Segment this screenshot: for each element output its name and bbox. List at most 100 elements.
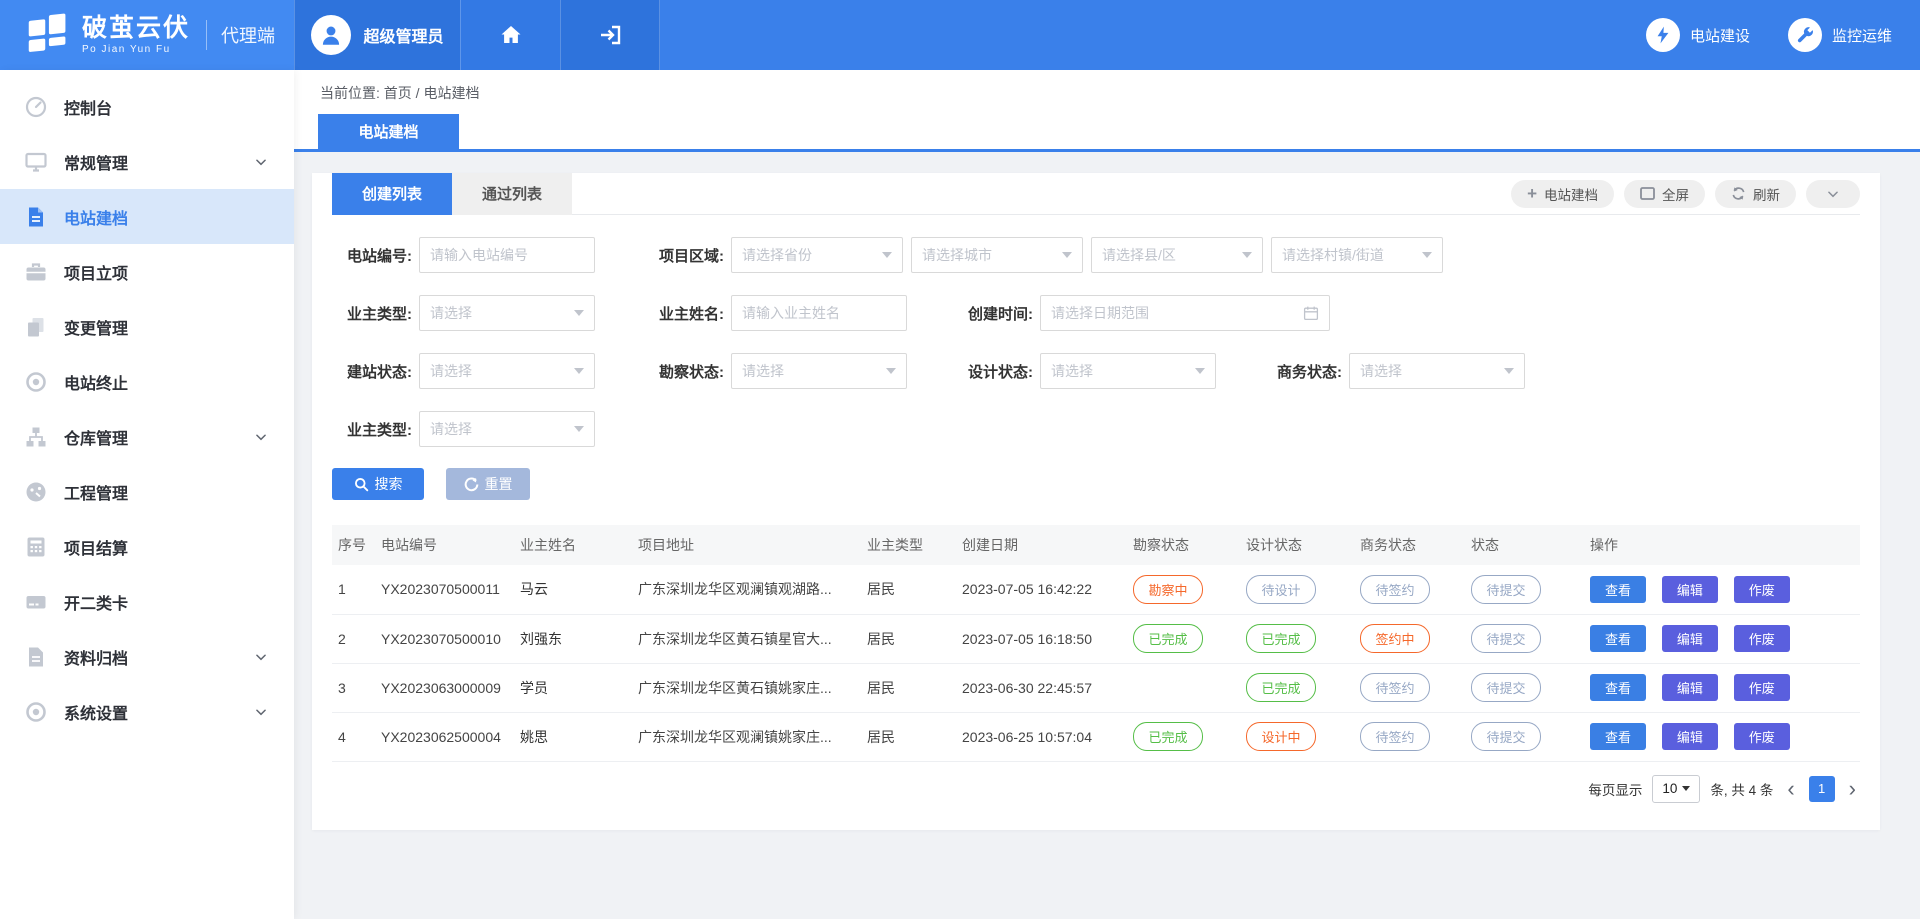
province-select[interactable]: 请选择省份 (731, 237, 903, 273)
sidebar: 控制台 常规管理 电站建档 (0, 70, 294, 919)
void-button[interactable]: 作废 (1734, 723, 1790, 750)
table-row: 2 YX2023070500010 刘强东 广东深圳龙华区黄石镇星官大... 居… (332, 614, 1860, 663)
owner-type-select[interactable]: 请选择 (419, 295, 595, 331)
sidebar-item-data-archive[interactable]: 资料归档 (0, 629, 294, 684)
page-number-button[interactable]: 1 (1809, 776, 1835, 802)
survey-status-select[interactable]: 请选择 (731, 353, 907, 389)
county-placeholder: 请选择县/区 (1102, 245, 1236, 265)
void-button[interactable]: 作废 (1734, 625, 1790, 652)
sidebar-item-console[interactable]: 控制台 (0, 79, 294, 134)
county-select[interactable]: 请选择县/区 (1091, 237, 1263, 273)
sidebar-item-label: 项目结算 (64, 535, 128, 559)
station-table: 序号 电站编号 业主姓名 项目地址 业主类型 创建日期 勘察状态 设计状态 商务… (332, 525, 1860, 762)
design-status-select[interactable]: 请选择 (1040, 353, 1216, 389)
void-button[interactable]: 作废 (1734, 576, 1790, 603)
edit-button[interactable]: 编辑 (1662, 576, 1718, 603)
search-button[interactable]: 搜索 (332, 468, 424, 500)
sidebar-item-project-initiation[interactable]: 项目立项 (0, 244, 294, 299)
cell-owner-name: 马云 (514, 565, 632, 614)
city-placeholder: 请选择城市 (922, 245, 1056, 265)
next-page-button[interactable]: › (1845, 778, 1860, 800)
logout-icon (598, 23, 622, 47)
sidebar-item-label: 电站终止 (64, 370, 128, 394)
fullscreen-icon (1640, 187, 1655, 200)
owner-type2-select[interactable]: 请选择 (419, 411, 595, 447)
sidebar-item-station-terminate[interactable]: 电站终止 (0, 354, 294, 409)
status-badge: 待提交 (1471, 673, 1541, 702)
owner-type-label: 业主类型: (332, 303, 412, 324)
page-tab-station-archive[interactable]: 电站建档 (318, 114, 459, 149)
breadcrumb-prefix: 当前位置: (320, 85, 380, 101)
collapse-toolbar-button[interactable] (1806, 180, 1860, 208)
view-button[interactable]: 查看 (1590, 625, 1646, 652)
sidebar-item-system-settings[interactable]: 系统设置 (0, 684, 294, 739)
chevron-down-icon (1826, 187, 1840, 201)
filter-row-4: 业主类型: 请选择 (332, 411, 1860, 447)
reset-button[interactable]: 重置 (446, 468, 530, 500)
sidebar-item-card-type2[interactable]: 开二类卡 (0, 574, 294, 629)
design-status-badge: 设计中 (1246, 722, 1316, 751)
sidebar-item-engineering-mgmt[interactable]: 工程管理 (0, 464, 294, 519)
quick-link-station-build[interactable]: 电站建设 (1646, 18, 1750, 52)
col-design-status: 设计状态 (1240, 525, 1354, 565)
city-select[interactable]: 请选择城市 (911, 237, 1083, 273)
sidebar-item-warehouse-mgmt[interactable]: 仓库管理 (0, 409, 294, 464)
cell-index: 4 (332, 712, 375, 761)
lightning-icon (1646, 18, 1680, 52)
brand-text: 破茧云伏 Po Jian Yun Fu (82, 15, 190, 56)
home-button[interactable] (460, 0, 560, 70)
date-range-picker[interactable]: 请选择日期范围 (1040, 295, 1330, 331)
breadcrumb: 当前位置: 首页 / 电站建档 (294, 70, 1920, 103)
create-station-button[interactable]: + 电站建档 (1511, 180, 1614, 208)
cell-index: 3 (332, 663, 375, 712)
cell-owner-type: 居民 (861, 663, 956, 712)
design-status-label: 设计状态: (953, 361, 1033, 382)
build-status-select[interactable]: 请选择 (419, 353, 595, 389)
sidebar-item-label: 变更管理 (64, 315, 128, 339)
owner-type2-label: 业主类型: (332, 419, 412, 440)
cell-created: 2023-07-05 16:18:50 (956, 614, 1127, 663)
quick-links: 电站建设 监控运维 (1646, 0, 1920, 70)
refresh-button[interactable]: 刷新 (1715, 180, 1796, 208)
fullscreen-button[interactable]: 全屏 (1624, 180, 1705, 208)
view-button[interactable]: 查看 (1590, 723, 1646, 750)
view-button[interactable]: 查看 (1590, 674, 1646, 701)
sidebar-item-change-mgmt[interactable]: 变更管理 (0, 299, 294, 354)
chevron-down-icon (254, 705, 268, 719)
owner-type2-placeholder: 请选择 (430, 419, 568, 439)
cell-project-address: 广东深圳龙华区观澜镇观湖路... (632, 565, 861, 614)
town-select[interactable]: 请选择村镇/街道 (1271, 237, 1443, 273)
user-menu[interactable]: 超级管理员 (294, 0, 460, 70)
logout-button[interactable] (560, 0, 660, 70)
panel-toolbar: + 电站建档 全屏 (1511, 180, 1860, 208)
sidebar-item-station-archive[interactable]: 电站建档 (0, 189, 294, 244)
settings-icon (24, 700, 48, 724)
caret-down-icon (1242, 252, 1252, 258)
business-status-badge: 待签约 (1360, 673, 1430, 702)
tab-create-list[interactable]: 创建列表 (332, 173, 452, 215)
edit-button[interactable]: 编辑 (1662, 625, 1718, 652)
province-placeholder: 请选择省份 (742, 245, 876, 265)
home-icon (499, 23, 523, 47)
sidebar-item-label: 常规管理 (64, 150, 128, 174)
cell-created: 2023-06-25 10:57:04 (956, 712, 1127, 761)
breadcrumb-home-link[interactable]: 首页 (384, 85, 412, 101)
sidebar-item-general-mgmt[interactable]: 常规管理 (0, 134, 294, 189)
prev-page-button[interactable]: ‹ (1783, 778, 1798, 800)
edit-button[interactable]: 编辑 (1662, 674, 1718, 701)
void-button[interactable]: 作废 (1734, 674, 1790, 701)
per-page-select[interactable]: 10 (1652, 775, 1700, 803)
survey-status-badge: 已完成 (1133, 722, 1203, 751)
business-status-badge: 签约中 (1360, 624, 1430, 653)
tab-passed-list[interactable]: 通过列表 (452, 173, 572, 215)
business-status-select[interactable]: 请选择 (1349, 353, 1525, 389)
edit-button[interactable]: 编辑 (1662, 723, 1718, 750)
caret-down-icon (1062, 252, 1072, 258)
owner-name-input[interactable] (731, 295, 907, 331)
sidebar-item-project-settlement[interactable]: 项目结算 (0, 519, 294, 574)
station-code-input[interactable] (419, 237, 595, 273)
view-button[interactable]: 查看 (1590, 576, 1646, 603)
caret-down-icon (574, 426, 584, 432)
quick-link-monitor-ops[interactable]: 监控运维 (1788, 18, 1892, 52)
dashboard-icon (24, 95, 48, 119)
